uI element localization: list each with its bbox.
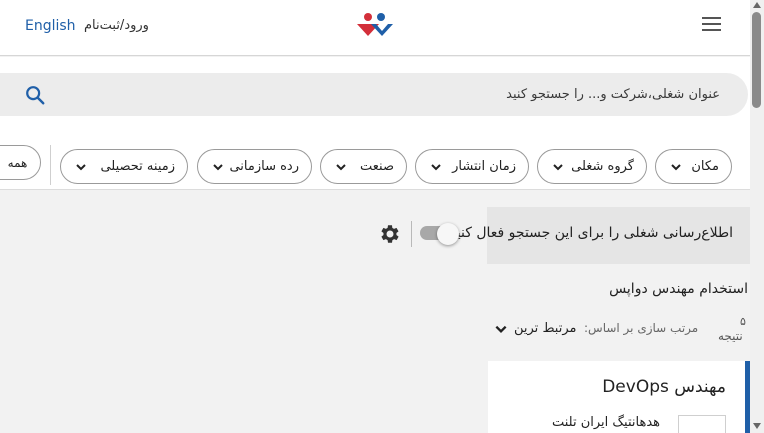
search-bar bbox=[0, 73, 748, 116]
job-alert-toggle[interactable] bbox=[420, 223, 459, 245]
filter-chip-publish-time[interactable]: زمان انتشار bbox=[415, 149, 529, 184]
chevron-down-icon bbox=[553, 163, 563, 170]
chevron-down-icon bbox=[431, 163, 441, 170]
filter-chip-location[interactable]: مکان bbox=[655, 149, 732, 184]
job-alert-banner: اطلاع‌رسانی شغلی را برای این جستجو فعال … bbox=[449, 207, 750, 264]
toggle-knob bbox=[437, 223, 459, 245]
company-logo bbox=[678, 415, 726, 433]
filter-chip-all[interactable]: همه bbox=[0, 145, 41, 180]
job-alert-text: اطلاع‌رسانی شغلی را برای این جستجو فعال … bbox=[449, 225, 733, 241]
filter-chip-job-category[interactable]: گروه شغلی bbox=[537, 149, 647, 184]
search-section: همه زمینه تحصیلی رده سازمانی صنعت زمان ا… bbox=[0, 57, 750, 190]
filter-chip-label: صنعت bbox=[360, 159, 394, 174]
scroll-down-arrow-icon[interactable] bbox=[753, 423, 761, 429]
search-icon[interactable] bbox=[24, 84, 46, 106]
company-name: هدهانتیگ ایران تلنت bbox=[551, 415, 660, 430]
filter-chip-label: زمینه تحصیلی bbox=[100, 159, 175, 174]
chevron-down-icon[interactable] bbox=[494, 322, 508, 336]
filter-chip-label: گروه شغلی bbox=[571, 159, 634, 174]
results-title: استخدام مهندس دواپس bbox=[609, 281, 748, 297]
filter-chip-label: رده سازمانی bbox=[229, 159, 299, 174]
filter-chip-label: همه bbox=[7, 155, 28, 170]
sort-label: مرتب سازی بر اساس: bbox=[584, 321, 699, 335]
hamburger-menu-icon[interactable] bbox=[702, 17, 724, 35]
filter-chip-education[interactable]: زمینه تحصیلی bbox=[60, 149, 188, 184]
filter-chip-label: مکان bbox=[691, 159, 719, 174]
login-register-link[interactable]: ورود/ثبت‌نام bbox=[84, 18, 149, 33]
scrollbar-thumb[interactable] bbox=[752, 12, 761, 108]
results-count-label: نتیجه bbox=[718, 329, 743, 343]
site-header: English ورود/ثبت‌نام bbox=[0, 0, 750, 56]
gear-icon[interactable] bbox=[378, 222, 402, 246]
job-card[interactable]: مهندس DevOps هدهانتیگ ایران تلنت bbox=[488, 361, 750, 433]
filter-chip-seniority[interactable]: رده سازمانی bbox=[197, 149, 312, 184]
filter-chip-label: زمان انتشار bbox=[452, 159, 516, 174]
sort-select[interactable]: مرتبط ترین bbox=[514, 321, 576, 336]
job-title[interactable]: مهندس DevOps bbox=[602, 377, 726, 397]
filter-divider bbox=[50, 145, 51, 185]
chevron-down-icon bbox=[76, 163, 86, 170]
chevron-down-icon bbox=[213, 163, 223, 170]
results-count: ۵ bbox=[740, 315, 746, 328]
search-input[interactable] bbox=[120, 73, 720, 116]
chevron-down-icon bbox=[671, 163, 681, 170]
chevron-down-icon bbox=[336, 163, 346, 170]
page-scrollbar[interactable] bbox=[750, 0, 764, 433]
filter-chip-industry[interactable]: صنعت bbox=[320, 149, 407, 184]
scroll-up-arrow-icon[interactable] bbox=[753, 2, 761, 8]
alert-divider bbox=[411, 221, 412, 247]
jobinja-logo-icon[interactable] bbox=[355, 12, 395, 40]
language-switch-link[interactable]: English bbox=[25, 18, 76, 34]
